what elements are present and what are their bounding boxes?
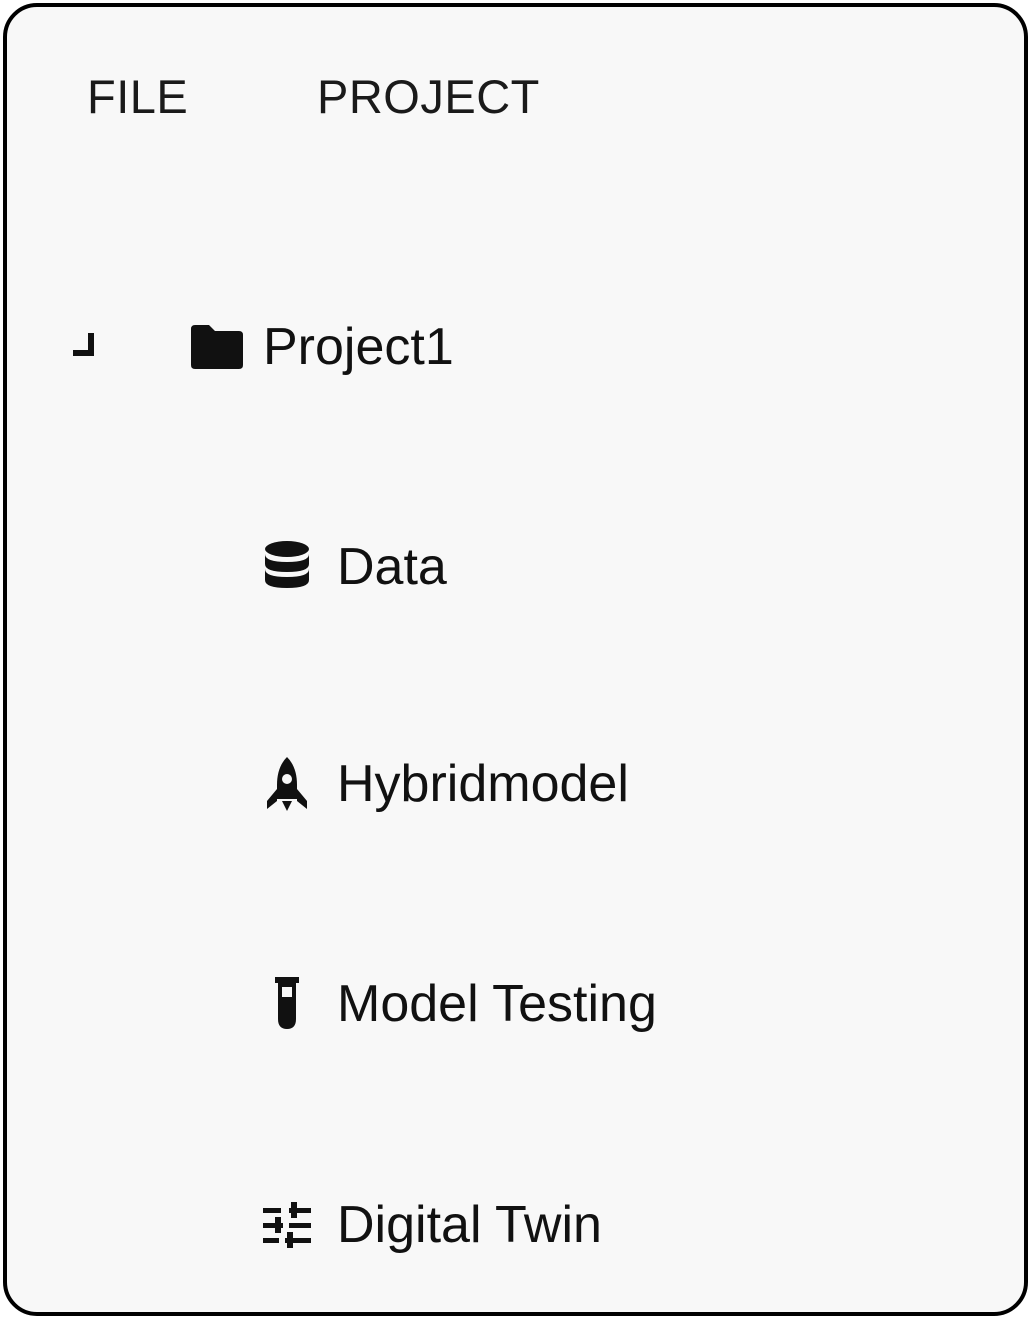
project-menu[interactable]: PROJECT: [317, 67, 540, 127]
tree-item-hybridmodel[interactable]: Hybridmodel: [259, 749, 629, 819]
tree-item-label: Model Testing: [337, 975, 657, 1033]
tree-item-model-testing[interactable]: Model Testing: [259, 969, 657, 1039]
tree-item-label: Hybridmodel: [337, 755, 629, 813]
tree-item-digital-twin[interactable]: Digital Twin: [259, 1190, 602, 1260]
test-tube-icon: [259, 975, 315, 1033]
collapse-toggle-icon[interactable]: [67, 327, 107, 367]
tree-root-label: Project1: [263, 318, 454, 376]
tree-item-label: Data: [337, 538, 447, 596]
tree-item-label: Digital Twin: [337, 1196, 602, 1254]
rocket-icon: [259, 755, 315, 813]
sliders-icon: [259, 1196, 315, 1254]
tree-root-project1[interactable]: Project1: [67, 312, 454, 382]
project-explorer-panel: FILE PROJECT Project1 Data Hybridmodel M…: [3, 3, 1028, 1316]
tree-item-data[interactable]: Data: [259, 532, 447, 602]
database-icon: [259, 538, 315, 596]
file-menu[interactable]: FILE: [87, 67, 188, 127]
folder-icon: [187, 323, 245, 371]
